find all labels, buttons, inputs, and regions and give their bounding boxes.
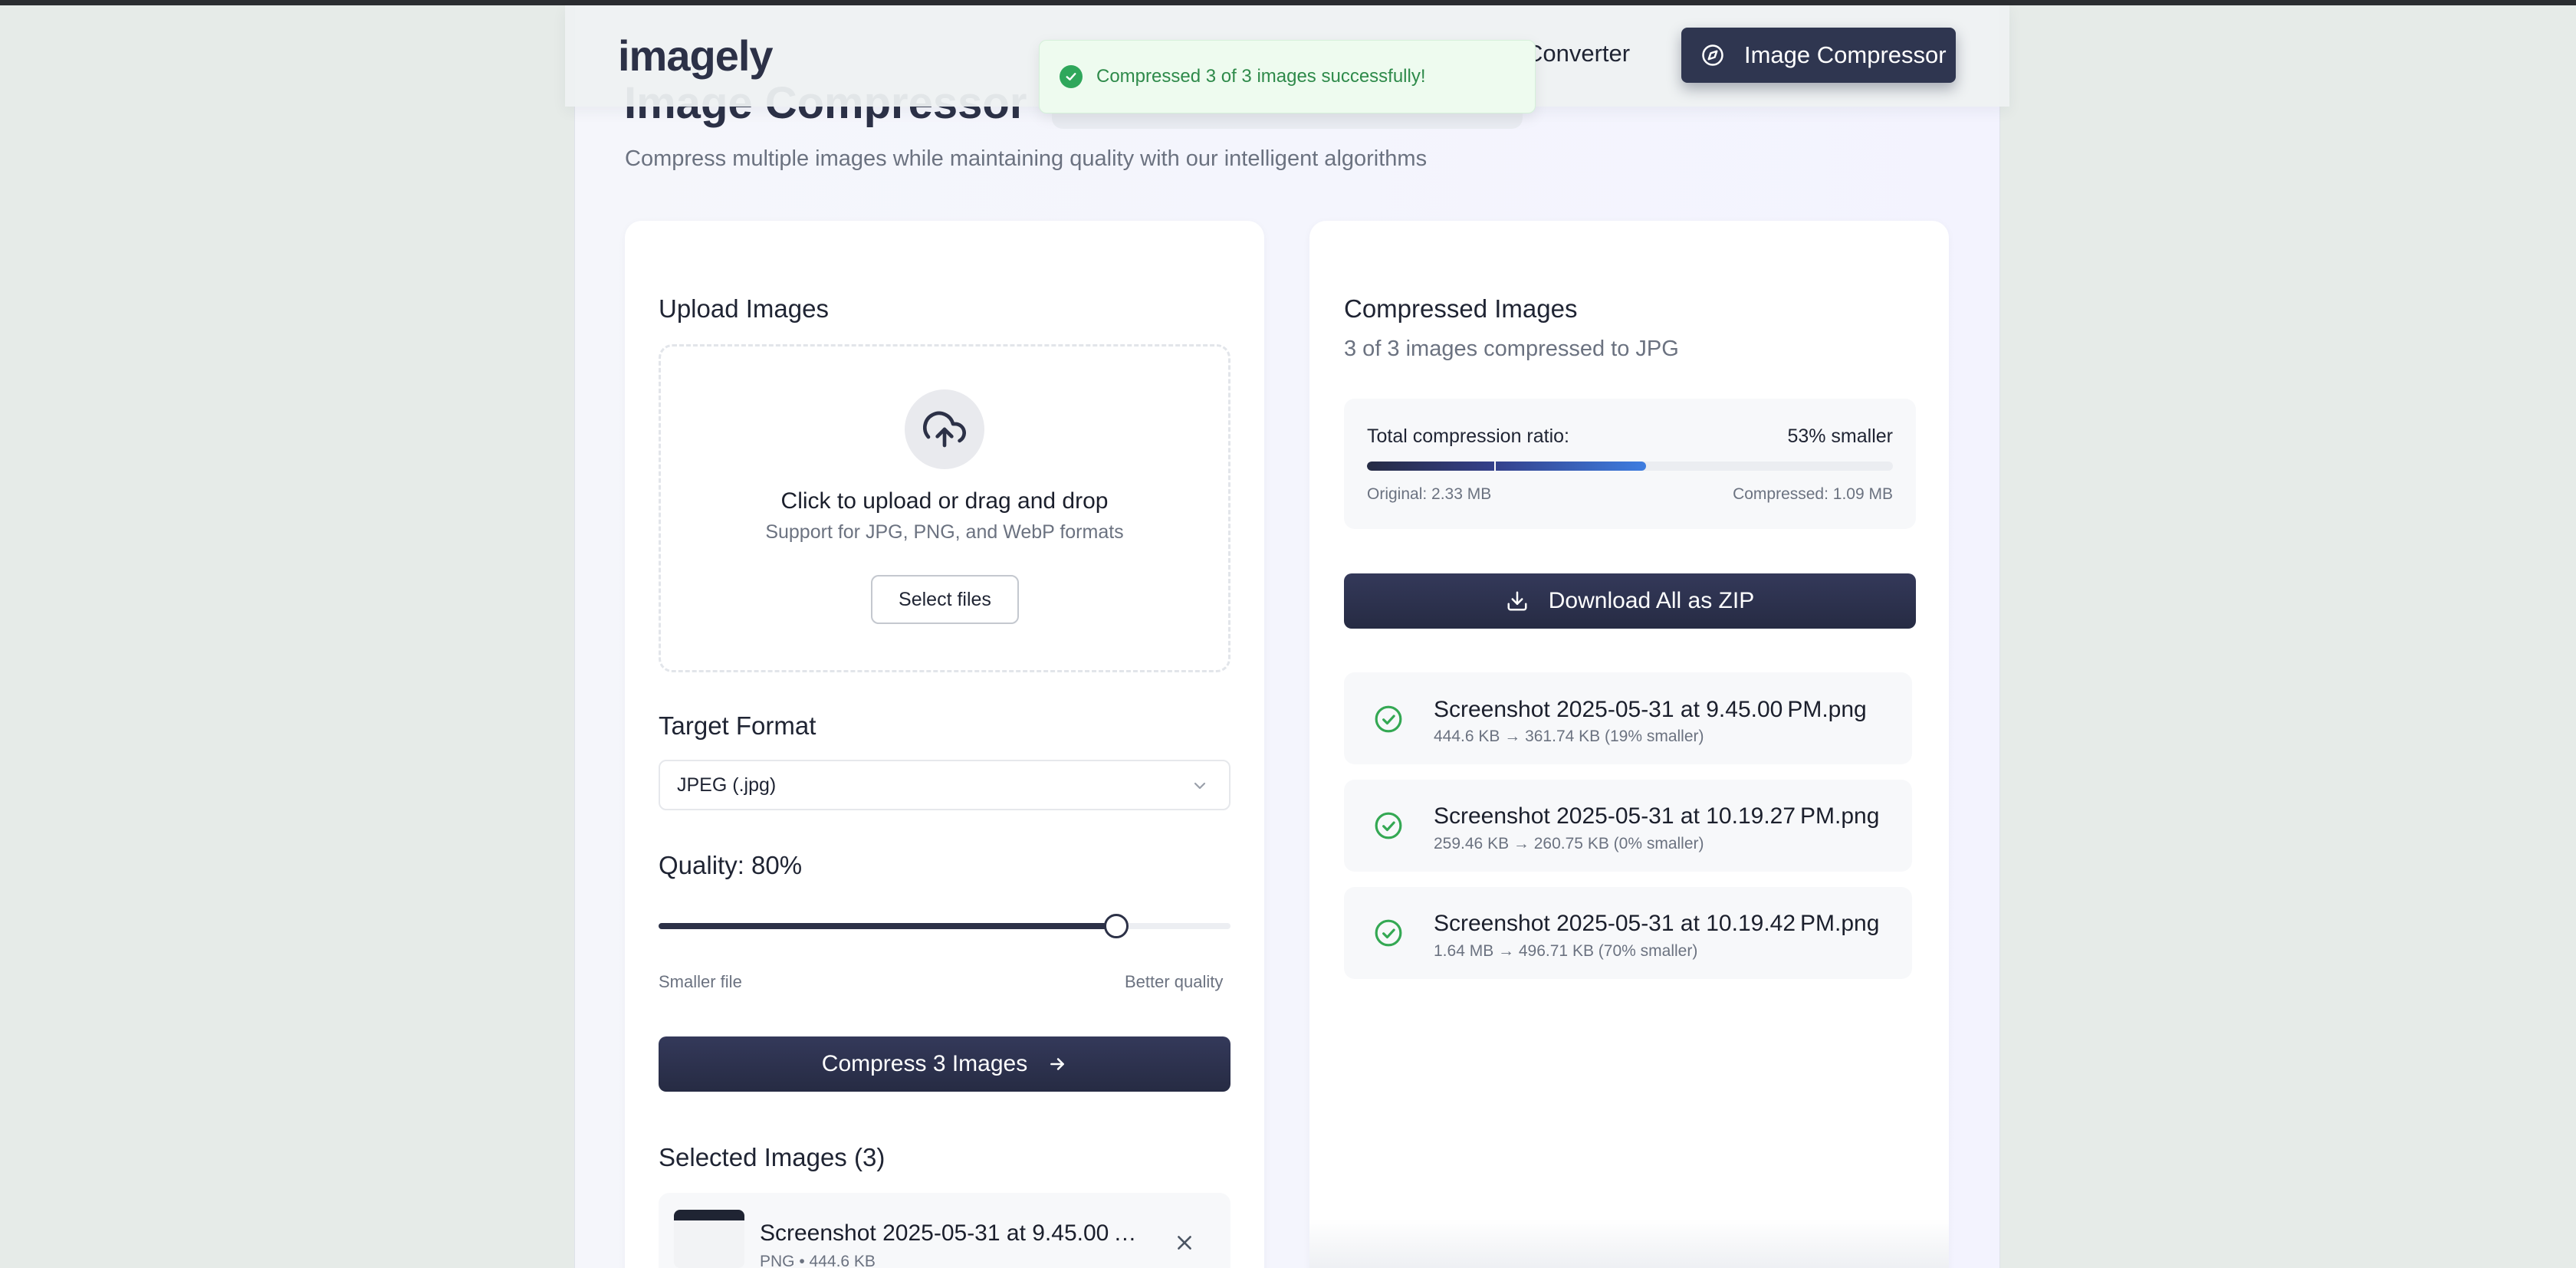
dropzone-support-text: Support for JPG, PNG, and WebP formats <box>765 521 1124 543</box>
result-file-name: Screenshot 2025-05-31 at 10.19.27 PM.png <box>1434 803 1880 829</box>
select-files-button[interactable]: Select files <box>871 575 1019 624</box>
target-format-select[interactable]: JPEG (.jpg) <box>659 760 1230 810</box>
slider-min-label: Smaller file <box>659 972 742 991</box>
compression-ratio-bar <box>1367 462 1893 471</box>
window-top-edge <box>0 0 2576 5</box>
selected-image-name: Screenshot 2025-05-31 at 9.45.00 PM.png <box>760 1220 1151 1246</box>
upload-cloud-icon <box>905 389 984 469</box>
result-file-meta: 444.6 KB → 361.74 KB (19% smaller) <box>1434 728 1704 745</box>
logo[interactable]: imagely <box>618 31 774 80</box>
target-format-heading: Target Format <box>659 711 816 740</box>
compress-button-label: Compress 3 Images <box>821 1051 1028 1076</box>
quality-slider-thumb[interactable] <box>1103 914 1129 938</box>
compass-icon <box>1702 44 1723 66</box>
results-summary: 3 of 3 images compressed to JPG <box>1344 337 1679 361</box>
dropzone-title: Click to upload or drag and drop <box>780 488 1109 514</box>
toast-message: Compressed 3 of 3 images successfully! <box>1096 66 1426 87</box>
nav-active-label: Image Compressor <box>1744 41 1947 68</box>
results-bottom-fade <box>1309 1219 1949 1268</box>
chevron-down-icon <box>1194 782 1206 790</box>
download-zip-label: Download All as ZIP <box>1548 588 1755 613</box>
check-circle-icon <box>1375 705 1402 733</box>
result-file-meta: 259.46 KB → 260.75 KB (0% smaller) <box>1434 835 1704 852</box>
quality-heading: Quality: 80% <box>659 851 803 879</box>
selected-image-meta: PNG • 444.6 KB <box>760 1253 876 1268</box>
result-file-meta: 1.64 MB → 496.71 KB (70% smaller) <box>1434 942 1698 960</box>
check-circle-icon <box>1375 812 1402 839</box>
close-icon[interactable] <box>1175 1233 1194 1253</box>
image-thumbnail <box>674 1210 744 1268</box>
result-file-name: Screenshot 2025-05-31 at 10.19.42 PM.png <box>1434 911 1880 936</box>
nav-link-image-compressor[interactable]: Image Compressor <box>1681 28 1956 83</box>
ratio-segment-divider <box>1494 462 1496 471</box>
check-circle-icon <box>1375 919 1402 947</box>
arrow-right-icon <box>1050 1058 1065 1070</box>
target-format-value: JPEG (.jpg) <box>677 774 777 796</box>
check-circle-icon <box>1060 65 1083 88</box>
compression-ratio-fill <box>1367 462 1646 471</box>
download-icon <box>1507 591 1527 611</box>
nav-link-converter[interactable]: Converter <box>1526 40 1630 67</box>
ratio-label: Total compression ratio: <box>1367 425 1570 447</box>
upload-heading: Upload Images <box>659 294 829 323</box>
download-zip-button[interactable]: Download All as ZIP <box>1344 573 1916 629</box>
selected-images-heading: Selected Images (3) <box>659 1143 886 1171</box>
original-size: Original: 2.33 MB <box>1367 485 1492 503</box>
success-toast: Compressed 3 of 3 images successfully! <box>1039 40 1536 113</box>
slider-max-label: Better quality <box>1125 972 1224 991</box>
result-file-name: Screenshot 2025-05-31 at 9.45.00 PM.png <box>1434 697 1867 722</box>
quality-slider[interactable] <box>659 914 1230 938</box>
compressed-size: Compressed: 1.09 MB <box>1733 485 1893 503</box>
quality-slider-fill <box>659 923 1116 929</box>
ratio-value: 53% smaller <box>1787 425 1893 447</box>
page-subtitle: Compress multiple images while maintaini… <box>625 146 1428 171</box>
compress-button[interactable]: Compress 3 Images <box>659 1036 1230 1092</box>
results-heading: Compressed Images <box>1344 294 1578 323</box>
